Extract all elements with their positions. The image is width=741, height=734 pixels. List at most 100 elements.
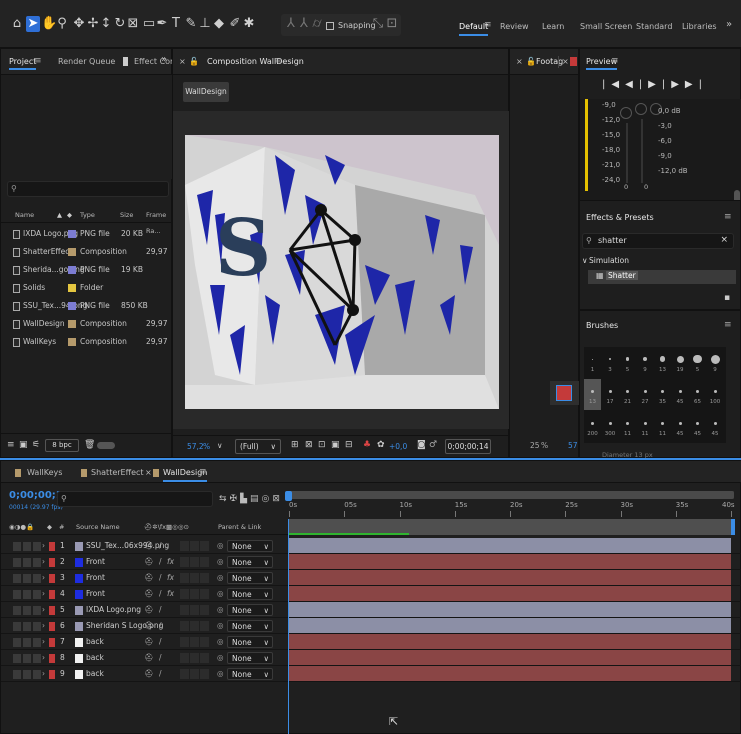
layer-source-name[interactable]: Front: [86, 570, 105, 586]
solo-toggle[interactable]: [33, 622, 41, 631]
lock-icon[interactable]: 🔓: [189, 57, 199, 66]
tab-composition-walldesign[interactable]: Composition WallDesign: [207, 57, 304, 66]
3d-layer-switch[interactable]: [200, 557, 209, 567]
timeline-layer-row[interactable]: › 8 back ⛑ / ◎ None ∨: [1, 650, 741, 666]
zoom-value[interactable]: 57,2: [187, 442, 204, 451]
timeline-layer-row[interactable]: › 3 Front ⛑ / fx ◎ None ∨: [1, 570, 741, 586]
pan-camera-icon[interactable]: ✢: [86, 16, 100, 32]
footage-lock-icon[interactable]: 🔓: [526, 57, 536, 66]
video-toggle[interactable]: [13, 654, 21, 663]
solo-toggle[interactable]: [33, 654, 41, 663]
solo-toggle[interactable]: [33, 638, 41, 647]
clone-stamp-icon[interactable]: ⊥: [198, 16, 212, 32]
tab-wallkeys[interactable]: WallKeys: [27, 468, 62, 477]
shy-switch-icon[interactable]: ⛑: [144, 570, 154, 586]
pick-whip-icon[interactable]: ◎: [217, 570, 224, 586]
timeline-layer-row[interactable]: › 9 back ⛑ / ◎ None ∨: [1, 666, 741, 682]
pick-whip-icon[interactable]: ◎: [217, 586, 224, 602]
project-item[interactable]: IXDA Logo.png PNG file 20 KB: [1, 225, 173, 243]
label-color-swatch[interactable]: [68, 284, 76, 292]
quality-switch-icon[interactable]: /: [159, 666, 162, 682]
comp-mini-flowchart-icon[interactable]: ⇆: [219, 494, 230, 504]
mask-visibility-icon[interactable]: ▣: [331, 440, 340, 450]
brush-preset[interactable]: 200: [584, 411, 601, 442]
eraser-tool-icon[interactable]: ◆: [212, 16, 226, 32]
axis-world-icon[interactable]: ⅄: [297, 16, 311, 32]
expand-chevron-icon[interactable]: ›: [42, 602, 45, 618]
preview-menu-icon[interactable]: ≡: [611, 56, 619, 66]
resolution-dropdown[interactable]: (Full) ∨: [235, 439, 281, 454]
brush-preset[interactable]: 13: [584, 379, 601, 410]
axis-view-icon[interactable]: ⌭: [310, 16, 324, 32]
video-toggle[interactable]: [13, 542, 21, 551]
audio-toggle[interactable]: [23, 542, 31, 551]
pen-tool-icon[interactable]: ✒: [155, 16, 169, 32]
timeline-search-input[interactable]: ⚲: [57, 491, 213, 507]
tab-project[interactable]: Project: [9, 57, 37, 70]
quality-switch-icon[interactable]: /: [159, 618, 162, 634]
brush-preset[interactable]: 65: [689, 379, 706, 410]
playhead-handle[interactable]: [285, 491, 292, 501]
solo-toggle[interactable]: [33, 606, 41, 615]
brush-preset[interactable]: 5: [619, 347, 636, 378]
tab-effect-controls[interactable]: Effect Cor: [134, 57, 173, 66]
motion-blur-switch[interactable]: [190, 621, 199, 631]
quality-switch-icon[interactable]: /: [159, 602, 162, 618]
fx-switch-icon[interactable]: fx: [167, 586, 174, 602]
motion-blur-switch[interactable]: [190, 589, 199, 599]
label-color-swatch[interactable]: [68, 320, 76, 328]
trash-icon[interactable]: 🗑: [84, 440, 95, 450]
brush-preset[interactable]: 45: [707, 411, 724, 442]
label-color-swatch[interactable]: [68, 266, 76, 274]
timeline-layer-row[interactable]: › 5 IXDA Logo.png ⛑ / ◎ None ∨: [1, 602, 741, 618]
layer-duration-bar[interactable]: [289, 650, 731, 665]
layer-source-name[interactable]: Front: [86, 586, 105, 602]
work-area-range[interactable]: [289, 491, 734, 499]
audio-toggle[interactable]: [23, 654, 31, 663]
timeline-menu-icon[interactable]: ≡: [199, 467, 207, 477]
close-comp-icon[interactable]: ×: [179, 57, 186, 66]
frame-blend-switch[interactable]: [180, 573, 189, 583]
motion-blur-switch[interactable]: [190, 557, 199, 567]
workspace-standard[interactable]: Standard: [636, 22, 672, 31]
close-tab-icon[interactable]: ×: [145, 468, 152, 477]
motion-blur-switch[interactable]: [190, 573, 199, 583]
brush-preset[interactable]: 100: [707, 379, 724, 410]
new-folder-icon[interactable]: ▣: [19, 440, 28, 450]
comp-viewer[interactable]: S: [173, 111, 510, 429]
thumbnail-toggle[interactable]: [97, 442, 115, 449]
layer-thumbnail[interactable]: [556, 385, 572, 401]
motion-blur-switch[interactable]: [190, 653, 199, 663]
layer-duration-bar[interactable]: [289, 554, 731, 569]
rotate-tool-icon[interactable]: ↻: [113, 16, 127, 32]
3d-layer-switch[interactable]: [200, 669, 209, 679]
parent-dropdown[interactable]: None ∨: [227, 604, 273, 616]
pick-whip-icon[interactable]: ◎: [217, 666, 224, 682]
solo-toggle[interactable]: [33, 574, 41, 583]
transparency-grid-icon[interactable]: ⊠: [305, 440, 313, 450]
expand-chevron-icon[interactable]: ›: [42, 634, 45, 650]
video-toggle[interactable]: [13, 622, 21, 631]
project-item[interactable]: WallDesign Composition 29,97: [1, 315, 173, 333]
color-channels-icon[interactable]: ♣: [363, 440, 371, 450]
quality-switch-icon[interactable]: /: [159, 554, 162, 570]
category-simulation[interactable]: Simulation: [589, 256, 629, 265]
parent-dropdown[interactable]: None ∨: [227, 668, 273, 680]
3d-layer-switch[interactable]: [200, 573, 209, 583]
brush-preset[interactable]: 9: [637, 347, 654, 378]
solo-toggle[interactable]: [33, 558, 41, 567]
project-menu-icon[interactable]: ≡: [34, 56, 42, 66]
exposure-value[interactable]: +0,0: [389, 442, 407, 451]
parent-dropdown[interactable]: None ∨: [227, 620, 273, 632]
workspace-menu-icon[interactable]: ≡: [484, 20, 492, 30]
quality-switch-icon[interactable]: /: [159, 570, 162, 586]
work-area-bar[interactable]: [289, 491, 734, 499]
tab-shattereffect[interactable]: ShatterEffect: [91, 468, 144, 477]
audio-toggle[interactable]: [23, 558, 31, 567]
play-icon[interactable]: ▶: [648, 79, 662, 90]
graph-editor-icon[interactable]: ⊠: [272, 494, 283, 504]
brush-preset[interactable]: 19: [672, 347, 689, 378]
snap-feature-icon[interactable]: ⤡: [371, 16, 385, 32]
effect-row-shatter[interactable]: ▦ Shatter: [588, 270, 736, 284]
expand-chevron-icon[interactable]: ›: [42, 554, 45, 570]
